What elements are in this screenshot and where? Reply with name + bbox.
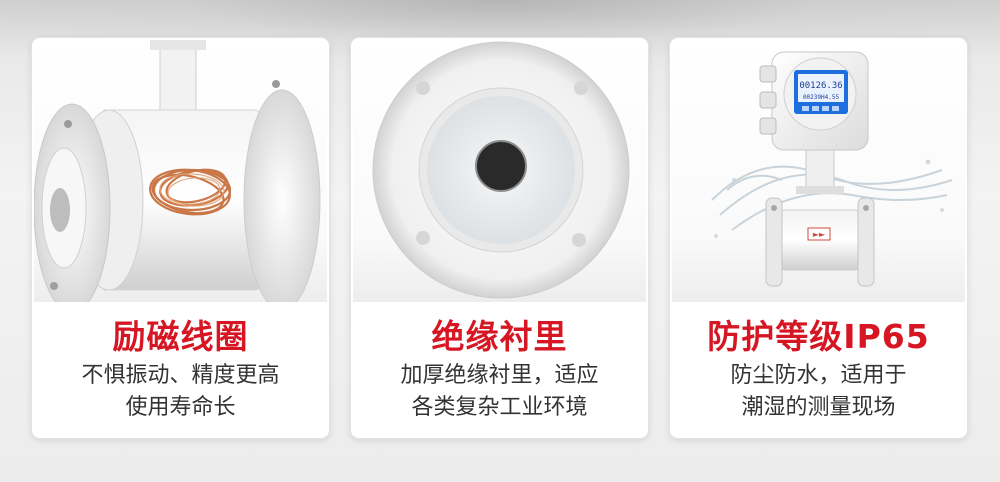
feature-card-ip65: 00126.36 00239H4.55 ►► 防护等级IP65 防尘防水，适用于… bbox=[670, 38, 967, 438]
feature-card-excitation-coil: 励磁线圈 不惧振动、精度更高 使用寿命长 bbox=[32, 38, 329, 438]
card-title: 绝缘衬里 bbox=[431, 317, 568, 356]
feature-card-insulated-lining: 绝缘衬里 加厚绝缘衬里，适应 各类复杂工业环境 bbox=[351, 38, 648, 438]
display-reading-1: 00126.36 bbox=[799, 81, 842, 91]
card-description-line: 防尘防水，适用于 bbox=[730, 363, 907, 388]
card-description-line: 不惧振动、精度更高 bbox=[81, 363, 280, 388]
svg-text:►►: ►► bbox=[813, 230, 826, 239]
display-reading-2: 00239H4.55 bbox=[803, 94, 840, 101]
card-description-line: 潮湿的测量现场 bbox=[741, 395, 896, 420]
card-description-line: 使用寿命长 bbox=[125, 395, 236, 420]
insulated-lining-image bbox=[353, 40, 646, 302]
card-description-line: 各类复杂工业环境 bbox=[411, 395, 588, 420]
card-description: 不惧振动、精度更高 使用寿命长 bbox=[32, 360, 329, 424]
card-description: 加厚绝缘衬里，适应 各类复杂工业环境 bbox=[351, 360, 648, 424]
card-title: 防护等级IP65 bbox=[707, 317, 930, 356]
excitation-coil-image bbox=[34, 40, 327, 302]
card-title: 励磁线圈 bbox=[112, 317, 249, 356]
card-description: 防尘防水，适用于 潮湿的测量现场 bbox=[670, 360, 967, 424]
card-description-line: 加厚绝缘衬里，适应 bbox=[400, 363, 599, 388]
ip65-flowmeter-image: 00126.36 00239H4.55 ►► bbox=[672, 40, 965, 302]
